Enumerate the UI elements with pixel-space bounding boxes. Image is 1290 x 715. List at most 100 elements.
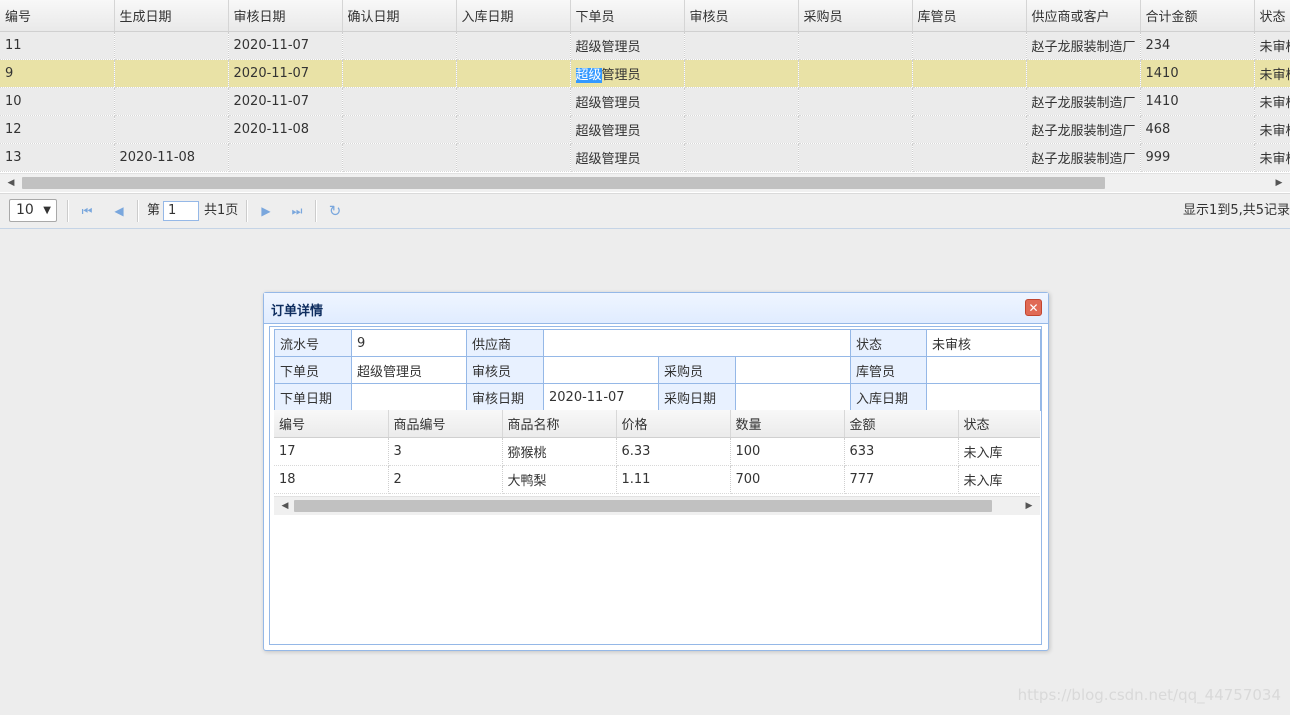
column-header-reviewer[interactable]: 审核员 bbox=[684, 0, 799, 32]
page-prefix-label: 第 bbox=[147, 203, 161, 218]
cell-status: 未审核 bbox=[1254, 143, 1290, 172]
column-header-item-id[interactable]: 编号 bbox=[274, 410, 389, 438]
cell-review-date: 2020-11-07 bbox=[228, 31, 343, 60]
column-header-id[interactable]: 编号 bbox=[0, 0, 115, 32]
buyer-value bbox=[734, 356, 852, 384]
scrollbar-thumb[interactable] bbox=[22, 177, 1105, 189]
cell-product-name: 大鸭梨 bbox=[502, 465, 617, 494]
pager-display-info: 显示1到5,共5记录 bbox=[1183, 203, 1290, 218]
table-row[interactable]: 11 2020-11-07 超级管理员 赵子龙服装制造厂 234 未审核 bbox=[0, 31, 1290, 60]
grid-horizontal-scrollbar[interactable]: ◀ ▶ bbox=[0, 173, 1290, 192]
cell-product-id: 2 bbox=[388, 465, 503, 494]
pager-separator bbox=[315, 200, 317, 222]
column-header-created-date[interactable]: 生成日期 bbox=[114, 0, 229, 32]
close-icon[interactable]: ✕ bbox=[1025, 299, 1042, 316]
cell-total: 1410 bbox=[1140, 87, 1255, 116]
next-page-icon[interactable]: ▶ bbox=[257, 202, 275, 220]
serial-value: 9 bbox=[351, 329, 467, 357]
cell-id: 11 bbox=[0, 31, 115, 60]
cell-id: 10 bbox=[0, 87, 115, 116]
prev-page-icon[interactable]: ◀ bbox=[110, 202, 128, 220]
keeper-value bbox=[926, 356, 1042, 384]
column-header-quantity[interactable]: 数量 bbox=[730, 410, 845, 438]
stock-date-value bbox=[926, 383, 1042, 411]
cell-supplier: 赵子龙服装制造厂 bbox=[1026, 143, 1141, 172]
buyer-label: 采购员 bbox=[658, 356, 736, 384]
table-row[interactable]: 17 3 猕猴桃 6.33 100 633 未入库 bbox=[274, 437, 1040, 466]
column-header-review-date[interactable]: 审核日期 bbox=[228, 0, 343, 32]
cell-buyer bbox=[798, 59, 913, 88]
cell-reviewer bbox=[684, 31, 799, 60]
scrollbar-thumb[interactable] bbox=[294, 500, 992, 512]
column-header-keeper[interactable]: 库管员 bbox=[912, 0, 1027, 32]
cell-product-name: 猕猴桃 bbox=[502, 437, 617, 466]
refresh-icon[interactable]: ↻ bbox=[326, 202, 344, 220]
serial-label: 流水号 bbox=[274, 329, 352, 357]
column-header-orderer[interactable]: 下单员 bbox=[570, 0, 685, 32]
column-header-product-id[interactable]: 商品编号 bbox=[388, 410, 503, 438]
reviewer-value bbox=[543, 356, 659, 384]
cell-keeper bbox=[912, 31, 1027, 60]
page-number-input[interactable]: 1 bbox=[163, 201, 199, 221]
column-header-product-name[interactable]: 商品名称 bbox=[502, 410, 617, 438]
cell-review-date: 2020-11-07 bbox=[228, 87, 343, 116]
cell-product-id: 3 bbox=[388, 437, 503, 466]
table-row[interactable]: 10 2020-11-07 超级管理员 赵子龙服装制造厂 1410 未审核 bbox=[0, 87, 1290, 116]
column-header-supplier[interactable]: 供应商或客户 bbox=[1026, 0, 1141, 32]
cell-item-id: 18 bbox=[274, 465, 389, 494]
review-date-label: 审核日期 bbox=[466, 383, 544, 411]
first-page-icon[interactable]: ⏮ bbox=[78, 202, 96, 220]
cell-price: 1.11 bbox=[616, 465, 731, 494]
column-header-confirm-date[interactable]: 确认日期 bbox=[342, 0, 457, 32]
column-header-amount[interactable]: 金额 bbox=[844, 410, 959, 438]
cell-keeper bbox=[912, 143, 1027, 172]
dialog-header[interactable]: 订单详情 ✕ bbox=[264, 293, 1048, 324]
cell-buyer bbox=[798, 115, 913, 144]
supplier-label: 供应商 bbox=[466, 329, 544, 357]
cell-total: 1410 bbox=[1140, 59, 1255, 88]
reviewer-label: 审核员 bbox=[466, 356, 544, 384]
scroll-left-icon[interactable]: ◀ bbox=[276, 497, 294, 515]
cell-supplier: 赵子龙服装制造厂 bbox=[1026, 87, 1141, 116]
orderer-value: 超级管理员 bbox=[351, 356, 467, 384]
cell-amount: 777 bbox=[844, 465, 959, 494]
column-header-item-status[interactable]: 状态 bbox=[958, 410, 1040, 438]
table-row[interactable]: 18 2 大鸭梨 1.11 700 777 未入库 bbox=[274, 465, 1040, 494]
page-size-select[interactable]: 10 ▼ bbox=[9, 199, 57, 222]
scroll-right-icon[interactable]: ▶ bbox=[1270, 174, 1288, 192]
scroll-left-icon[interactable]: ◀ bbox=[2, 174, 20, 192]
cell-total: 468 bbox=[1140, 115, 1255, 144]
dialog-title: 订单详情 bbox=[271, 304, 324, 319]
cell-created-date bbox=[114, 115, 229, 144]
cell-supplier: 赵子龙服装制造厂 bbox=[1026, 31, 1141, 60]
cell-orderer: 超级管理员 bbox=[570, 59, 685, 88]
cell-stock-date bbox=[456, 87, 571, 116]
status-label: 状态 bbox=[850, 329, 928, 357]
grid-header-row: 编号 生成日期 审核日期 确认日期 入库日期 下单员 审核员 采购员 库管员 供… bbox=[0, 0, 1290, 32]
cell-orderer: 超级管理员 bbox=[570, 115, 685, 144]
column-header-stock-date[interactable]: 入库日期 bbox=[456, 0, 571, 32]
cell-id: 12 bbox=[0, 115, 115, 144]
order-detail-dialog: 订单详情 ✕ 流水号 9 供应商 状态 未审核 下单员 超级管理员 审核员 采购… bbox=[263, 292, 1049, 651]
column-header-buyer[interactable]: 采购员 bbox=[798, 0, 913, 32]
last-page-icon[interactable]: ⏭ bbox=[288, 202, 306, 220]
cell-status: 未审核 bbox=[1254, 115, 1290, 144]
cell-confirm-date bbox=[342, 143, 457, 172]
stock-date-label: 入库日期 bbox=[850, 383, 928, 411]
table-row[interactable]: 13 2020-11-08 超级管理员 赵子龙服装制造厂 999 未审核 bbox=[0, 143, 1290, 172]
column-header-price[interactable]: 价格 bbox=[616, 410, 731, 438]
scroll-right-icon[interactable]: ▶ bbox=[1020, 497, 1038, 515]
items-horizontal-scrollbar[interactable]: ◀ ▶ bbox=[274, 496, 1040, 515]
info-row: 流水号 9 供应商 状态 未审核 bbox=[274, 329, 1042, 357]
cell-quantity: 700 bbox=[730, 465, 845, 494]
table-row-selected[interactable]: 9 2020-11-07 超级管理员 1410 未审核 bbox=[0, 59, 1290, 88]
purchase-date-label: 采购日期 bbox=[658, 383, 736, 411]
order-info-table: 流水号 9 供应商 状态 未审核 下单员 超级管理员 审核员 采购员 库管员 下… bbox=[274, 329, 1042, 411]
cell-item-id: 17 bbox=[274, 437, 389, 466]
order-items-grid: 编号 商品编号 商品名称 价格 数量 金额 状态 17 3 猕猴桃 6.33 1… bbox=[274, 410, 1040, 516]
cell-status: 未审核 bbox=[1254, 31, 1290, 60]
column-header-status[interactable]: 状态 bbox=[1254, 0, 1290, 32]
table-row[interactable]: 12 2020-11-08 超级管理员 赵子龙服装制造厂 468 未审核 bbox=[0, 115, 1290, 144]
cell-confirm-date bbox=[342, 115, 457, 144]
column-header-total[interactable]: 合计金额 bbox=[1140, 0, 1255, 32]
